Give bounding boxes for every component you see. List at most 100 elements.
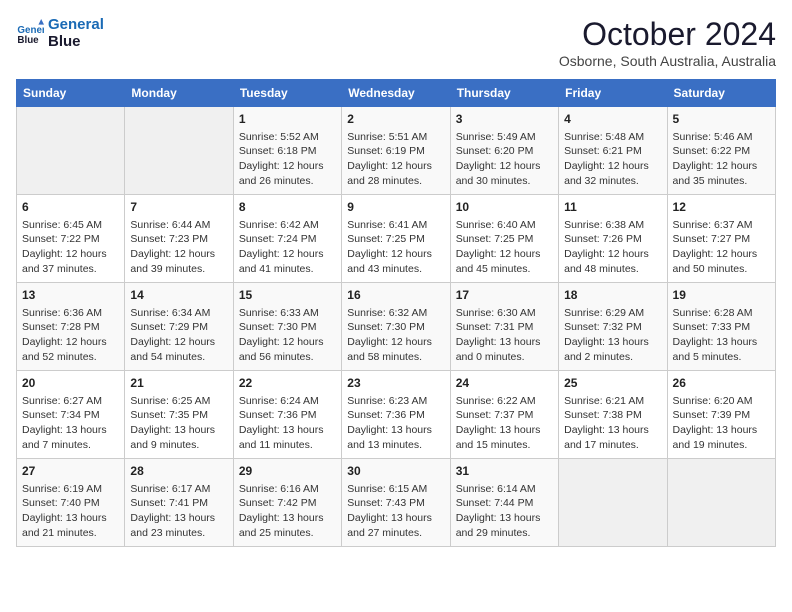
day-info: Sunrise: 6:19 AM Sunset: 7:40 PM Dayligh… — [22, 482, 119, 541]
day-info: Sunrise: 6:42 AM Sunset: 7:24 PM Dayligh… — [239, 218, 336, 277]
day-header-friday: Friday — [559, 80, 667, 107]
day-number: 10 — [456, 199, 553, 216]
day-info: Sunrise: 6:37 AM Sunset: 7:27 PM Dayligh… — [673, 218, 770, 277]
calendar-cell: 24 Sunrise: 6:22 AM Sunset: 7:37 PM Dayli… — [450, 371, 558, 459]
day-info: Sunrise: 6:28 AM Sunset: 7:33 PM Dayligh… — [673, 306, 770, 365]
calendar-cell: 27 Sunrise: 6:19 AM Sunset: 7:40 PM Dayli… — [17, 459, 125, 547]
calendar-cell: 17Sunrise: 6:30 AM Sunset: 7:31 PM Dayli… — [450, 283, 558, 371]
calendar-cell: 13 Sunrise: 6:36 AM Sunset: 7:28 PM Dayli… — [17, 283, 125, 371]
calendar-cell: 12Sunrise: 6:37 AM Sunset: 7:27 PM Dayli… — [667, 195, 775, 283]
calendar-cell: 22 Sunrise: 6:24 AM Sunset: 7:36 PM Dayli… — [233, 371, 341, 459]
day-info: Sunrise: 6:40 AM Sunset: 7:25 PM Dayligh… — [456, 218, 553, 277]
calendar-cell: 4 Sunrise: 5:48 AM Sunset: 6:21 PM Daylig… — [559, 107, 667, 195]
day-number: 3 — [456, 111, 553, 128]
day-number: 21 — [130, 375, 227, 392]
page-header: General Blue General Blue October 2024 O… — [16, 16, 776, 69]
calendar-cell: 31Sunrise: 6:14 AM Sunset: 7:44 PM Dayli… — [450, 459, 558, 547]
day-info: Sunrise: 6:34 AM Sunset: 7:29 PM Dayligh… — [130, 306, 227, 365]
day-number: 9 — [347, 199, 444, 216]
day-number: 20 — [22, 375, 119, 392]
calendar-cell: 7Sunrise: 6:44 AM Sunset: 7:23 PM Daylig… — [125, 195, 233, 283]
day-header-sunday: Sunday — [17, 80, 125, 107]
calendar-cell: 18 Sunrise: 6:29 AM Sunset: 7:32 PM Dayli… — [559, 283, 667, 371]
day-header-tuesday: Tuesday — [233, 80, 341, 107]
calendar-cell: 21 Sunrise: 6:25 AM Sunset: 7:35 PM Dayli… — [125, 371, 233, 459]
day-number: 4 — [564, 111, 661, 128]
calendar-cell: 14Sunrise: 6:34 AM Sunset: 7:29 PM Dayli… — [125, 283, 233, 371]
day-info: Sunrise: 5:46 AM Sunset: 6:22 PM Dayligh… — [673, 130, 770, 189]
day-number: 27 — [22, 463, 119, 480]
day-info: Sunrise: 6:21 AM Sunset: 7:38 PM Dayligh… — [564, 394, 661, 453]
calendar-cell: 25Sunrise: 6:21 AM Sunset: 7:38 PM Dayli… — [559, 371, 667, 459]
day-info: Sunrise: 6:36 AM Sunset: 7:28 PM Dayligh… — [22, 306, 119, 365]
day-number: 29 — [239, 463, 336, 480]
title-block: October 2024 Osborne, South Australia, A… — [559, 16, 776, 69]
day-number: 24 — [456, 375, 553, 392]
day-number: 1 — [239, 111, 336, 128]
day-header-monday: Monday — [125, 80, 233, 107]
calendar-cell: 26Sunrise: 6:20 AM Sunset: 7:39 PM Dayli… — [667, 371, 775, 459]
day-number: 11 — [564, 199, 661, 216]
calendar-cell: 30Sunrise: 6:15 AM Sunset: 7:43 PM Dayli… — [342, 459, 450, 547]
calendar-cell: 3 Sunrise: 5:49 AM Sunset: 6:20 PM Daylig… — [450, 107, 558, 195]
day-number: 17 — [456, 287, 553, 304]
day-number: 22 — [239, 375, 336, 392]
calendar-cell — [125, 107, 233, 195]
day-info: Sunrise: 5:52 AM Sunset: 6:18 PM Dayligh… — [239, 130, 336, 189]
day-number: 28 — [130, 463, 227, 480]
calendar-cell: 19 Sunrise: 6:28 AM Sunset: 7:33 PM Dayli… — [667, 283, 775, 371]
day-info: Sunrise: 6:27 AM Sunset: 7:34 PM Dayligh… — [22, 394, 119, 453]
calendar-cell: 28 Sunrise: 6:17 AM Sunset: 7:41 PM Dayli… — [125, 459, 233, 547]
calendar-cell: 23 Sunrise: 6:23 AM Sunset: 7:36 PM Dayli… — [342, 371, 450, 459]
day-number: 13 — [22, 287, 119, 304]
day-number: 23 — [347, 375, 444, 392]
day-info: Sunrise: 6:14 AM Sunset: 7:44 PM Dayligh… — [456, 482, 553, 541]
day-header-thursday: Thursday — [450, 80, 558, 107]
calendar-cell: 2Sunrise: 5:51 AM Sunset: 6:19 PM Daylig… — [342, 107, 450, 195]
calendar-table: SundayMondayTuesdayWednesdayThursdayFrid… — [16, 79, 776, 547]
calendar-header-row: SundayMondayTuesdayWednesdayThursdayFrid… — [17, 80, 776, 107]
day-number: 8 — [239, 199, 336, 216]
calendar-cell: 29 Sunrise: 6:16 AM Sunset: 7:42 PM Dayli… — [233, 459, 341, 547]
day-number: 18 — [564, 287, 661, 304]
day-info: Sunrise: 5:48 AM Sunset: 6:21 PM Dayligh… — [564, 130, 661, 189]
month-title: October 2024 — [559, 16, 776, 53]
calendar-week-5: 27 Sunrise: 6:19 AM Sunset: 7:40 PM Dayli… — [17, 459, 776, 547]
day-info: Sunrise: 6:32 AM Sunset: 7:30 PM Dayligh… — [347, 306, 444, 365]
day-info: Sunrise: 6:29 AM Sunset: 7:32 PM Dayligh… — [564, 306, 661, 365]
day-number: 15 — [239, 287, 336, 304]
calendar-week-3: 13 Sunrise: 6:36 AM Sunset: 7:28 PM Dayli… — [17, 283, 776, 371]
logo-icon: General Blue — [16, 19, 44, 47]
calendar-cell: 8 Sunrise: 6:42 AM Sunset: 7:24 PM Daylig… — [233, 195, 341, 283]
day-number: 6 — [22, 199, 119, 216]
calendar-cell — [559, 459, 667, 547]
calendar-cell — [17, 107, 125, 195]
location: Osborne, South Australia, Australia — [559, 53, 776, 69]
day-info: Sunrise: 6:16 AM Sunset: 7:42 PM Dayligh… — [239, 482, 336, 541]
day-header-saturday: Saturday — [667, 80, 775, 107]
day-info: Sunrise: 6:38 AM Sunset: 7:26 PM Dayligh… — [564, 218, 661, 277]
calendar-cell — [667, 459, 775, 547]
calendar-cell: 5 Sunrise: 5:46 AM Sunset: 6:22 PM Daylig… — [667, 107, 775, 195]
calendar-week-4: 20 Sunrise: 6:27 AM Sunset: 7:34 PM Dayli… — [17, 371, 776, 459]
day-info: Sunrise: 6:23 AM Sunset: 7:36 PM Dayligh… — [347, 394, 444, 453]
day-number: 5 — [673, 111, 770, 128]
calendar-cell: 15Sunrise: 6:33 AM Sunset: 7:30 PM Dayli… — [233, 283, 341, 371]
calendar-cell: 11 Sunrise: 6:38 AM Sunset: 7:26 PM Dayli… — [559, 195, 667, 283]
day-number: 16 — [347, 287, 444, 304]
calendar-cell: 1 Sunrise: 5:52 AM Sunset: 6:18 PM Daylig… — [233, 107, 341, 195]
day-info: Sunrise: 6:25 AM Sunset: 7:35 PM Dayligh… — [130, 394, 227, 453]
day-info: Sunrise: 6:20 AM Sunset: 7:39 PM Dayligh… — [673, 394, 770, 453]
calendar-cell: 9Sunrise: 6:41 AM Sunset: 7:25 PM Daylig… — [342, 195, 450, 283]
day-info: Sunrise: 6:24 AM Sunset: 7:36 PM Dayligh… — [239, 394, 336, 453]
day-info: Sunrise: 6:17 AM Sunset: 7:41 PM Dayligh… — [130, 482, 227, 541]
day-info: Sunrise: 6:15 AM Sunset: 7:43 PM Dayligh… — [347, 482, 444, 541]
day-info: Sunrise: 6:44 AM Sunset: 7:23 PM Dayligh… — [130, 218, 227, 277]
day-number: 19 — [673, 287, 770, 304]
calendar-cell: 6 Sunrise: 6:45 AM Sunset: 7:22 PM Daylig… — [17, 195, 125, 283]
day-number: 2 — [347, 111, 444, 128]
calendar-cell: 16 Sunrise: 6:32 AM Sunset: 7:30 PM Dayli… — [342, 283, 450, 371]
day-info: Sunrise: 6:45 AM Sunset: 7:22 PM Dayligh… — [22, 218, 119, 277]
day-info: Sunrise: 5:49 AM Sunset: 6:20 PM Dayligh… — [456, 130, 553, 189]
day-info: Sunrise: 6:22 AM Sunset: 7:37 PM Dayligh… — [456, 394, 553, 453]
